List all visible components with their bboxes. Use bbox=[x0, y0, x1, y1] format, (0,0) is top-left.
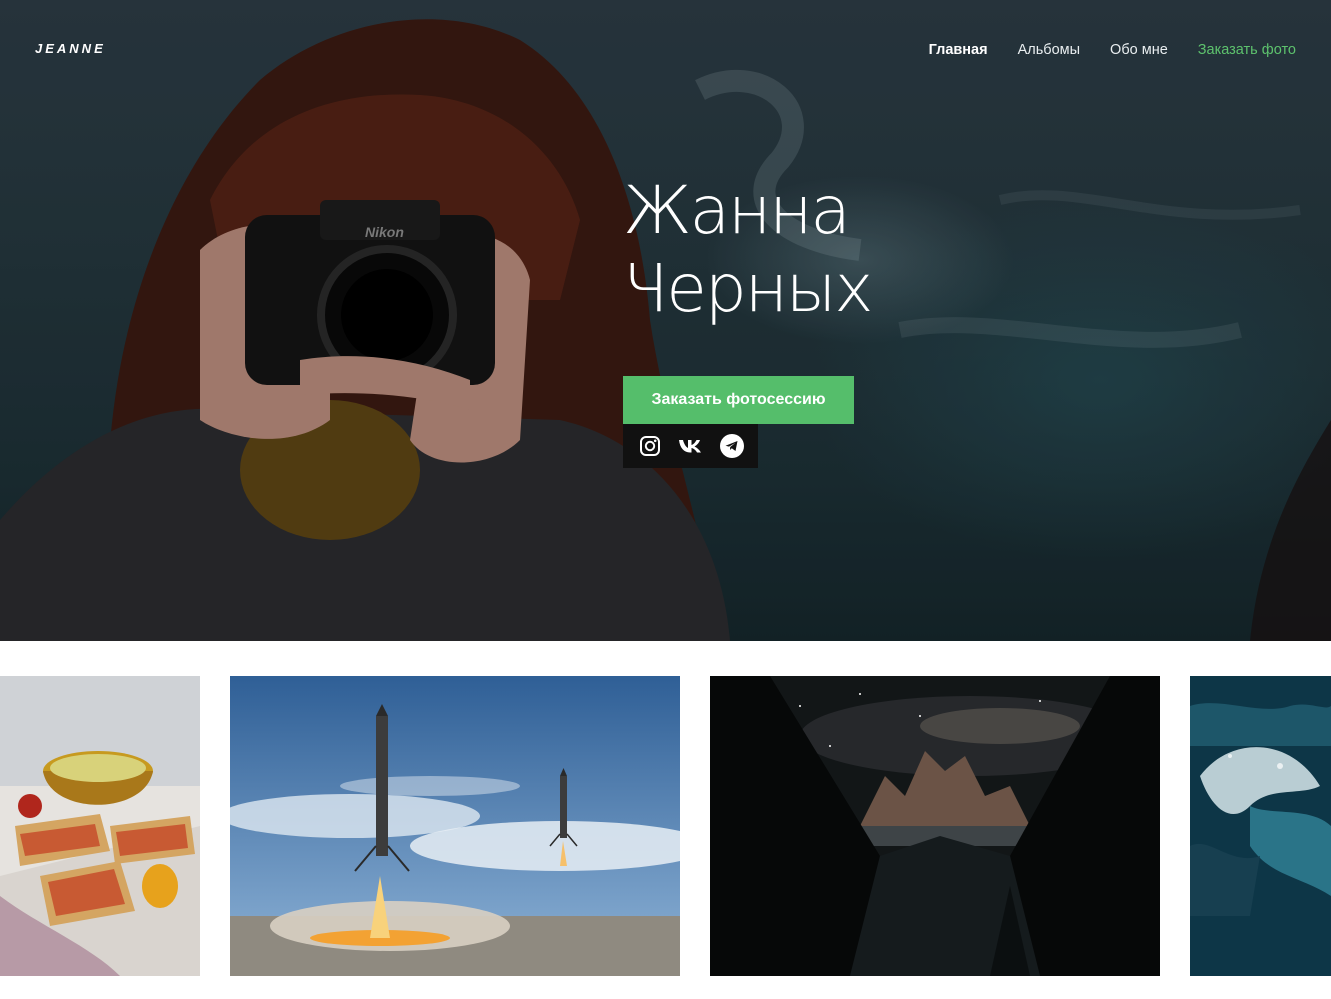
gallery-photo-ocean-wave[interactable] bbox=[1190, 676, 1331, 976]
hero-title: Жанна Черных bbox=[623, 172, 873, 328]
gallery-photo-mountains-night[interactable] bbox=[710, 676, 1160, 976]
hero-title-line-2: Черных bbox=[623, 250, 873, 327]
instagram-icon[interactable] bbox=[637, 433, 663, 459]
logo[interactable]: JEANNE bbox=[35, 41, 106, 56]
nav-link-home[interactable]: Главная bbox=[929, 42, 988, 58]
nav-link-order-photo[interactable]: Заказать фото bbox=[1198, 42, 1296, 58]
gallery-photo-rocket-landing[interactable] bbox=[230, 676, 680, 976]
hero-title-line-1: Жанна bbox=[623, 172, 851, 249]
social-links bbox=[623, 424, 758, 468]
order-photoshoot-button[interactable]: Заказать фотосессию bbox=[623, 376, 854, 424]
photo-gallery bbox=[0, 676, 1331, 976]
gallery-photo-food[interactable] bbox=[0, 676, 200, 976]
hero-section: Nikon JEANNE Главная Альбомы Обо мне Зак… bbox=[0, 0, 1331, 641]
nav-link-about[interactable]: Обо мне bbox=[1110, 42, 1168, 58]
vk-icon[interactable] bbox=[678, 433, 704, 459]
main-nav: Главная Альбомы Обо мне Заказать фото bbox=[929, 42, 1296, 58]
telegram-icon[interactable] bbox=[719, 433, 745, 459]
nav-link-albums[interactable]: Альбомы bbox=[1018, 42, 1080, 58]
